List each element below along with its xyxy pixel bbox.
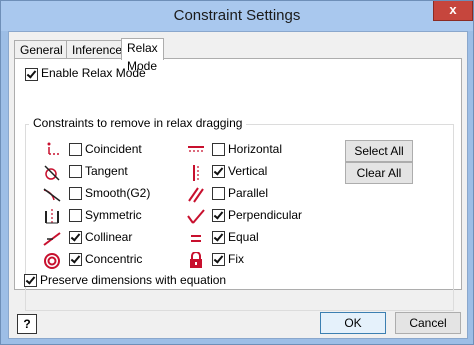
clear-all-button[interactable]: Clear All [345,162,413,184]
perpendicular-checkbox[interactable] [212,209,225,222]
dialog-window: Constraint Settings x General Inference … [0,0,474,345]
dialog-title: Constraint Settings [173,7,301,24]
tangent-label: Tangent [85,164,128,178]
close-button[interactable]: x [433,1,473,21]
smooth-label: Smooth(G2) [85,186,151,200]
relax-mode-panel: Enable Relax Mode Constraints to remove … [14,58,462,311]
perpendicular-icon [186,208,206,226]
equal-icon [186,230,206,248]
tangent-checkbox[interactable] [69,165,82,178]
equal-label: Equal [228,230,259,244]
vertical-icon [186,164,206,182]
coincident-icon [42,141,62,159]
dialog-body: General Inference Relax Mode Enable Rela… [8,31,468,339]
horizontal-label: Horizontal [228,142,283,156]
cancel-button[interactable]: Cancel [395,312,461,334]
concentric-icon [42,252,62,270]
symmetric-label: Symmetric [85,208,142,222]
perpendicular-label: Perpendicular [228,208,303,222]
preserve-dimensions-checkbox[interactable] [24,274,37,287]
collinear-label: Collinear [85,230,133,244]
coincident-label: Coincident [85,142,142,156]
parallel-checkbox[interactable] [212,187,225,200]
coincident-checkbox[interactable] [69,143,82,156]
vertical-checkbox[interactable] [212,165,225,178]
equal-checkbox[interactable] [212,231,225,244]
concentric-checkbox[interactable] [69,253,82,266]
concentric-label: Concentric [85,252,143,266]
smooth-icon [42,186,62,204]
ok-button[interactable]: OK [320,312,386,334]
tab-general[interactable]: General [14,40,69,59]
vertical-label: Vertical [228,164,268,178]
collinear-icon [42,230,62,248]
collinear-checkbox[interactable] [69,231,82,244]
fix-label: Fix [228,252,244,266]
parallel-label: Parallel [228,186,269,200]
horizontal-icon [186,141,206,159]
parallel-icon [186,186,206,204]
constraints-group-title: Constraints to remove in relax dragging [29,116,247,130]
tab-inference[interactable]: Inference [66,40,129,59]
help-button[interactable]: ? [17,314,37,334]
symmetric-checkbox[interactable] [69,209,82,222]
preserve-dimensions-label: Preserve dimensions with equation [40,273,227,287]
fix-icon [186,251,206,270]
fix-checkbox[interactable] [212,253,225,266]
symmetric-icon [42,208,62,226]
title-bar[interactable]: Constraint Settings x [1,1,473,31]
tab-relax-mode[interactable]: Relax Mode [121,38,164,73]
tangent-icon [42,164,62,182]
enable-relax-checkbox[interactable] [25,68,38,81]
smooth-checkbox[interactable] [69,187,82,200]
select-all-button[interactable]: Select All [345,140,413,162]
horizontal-checkbox[interactable] [212,143,225,156]
